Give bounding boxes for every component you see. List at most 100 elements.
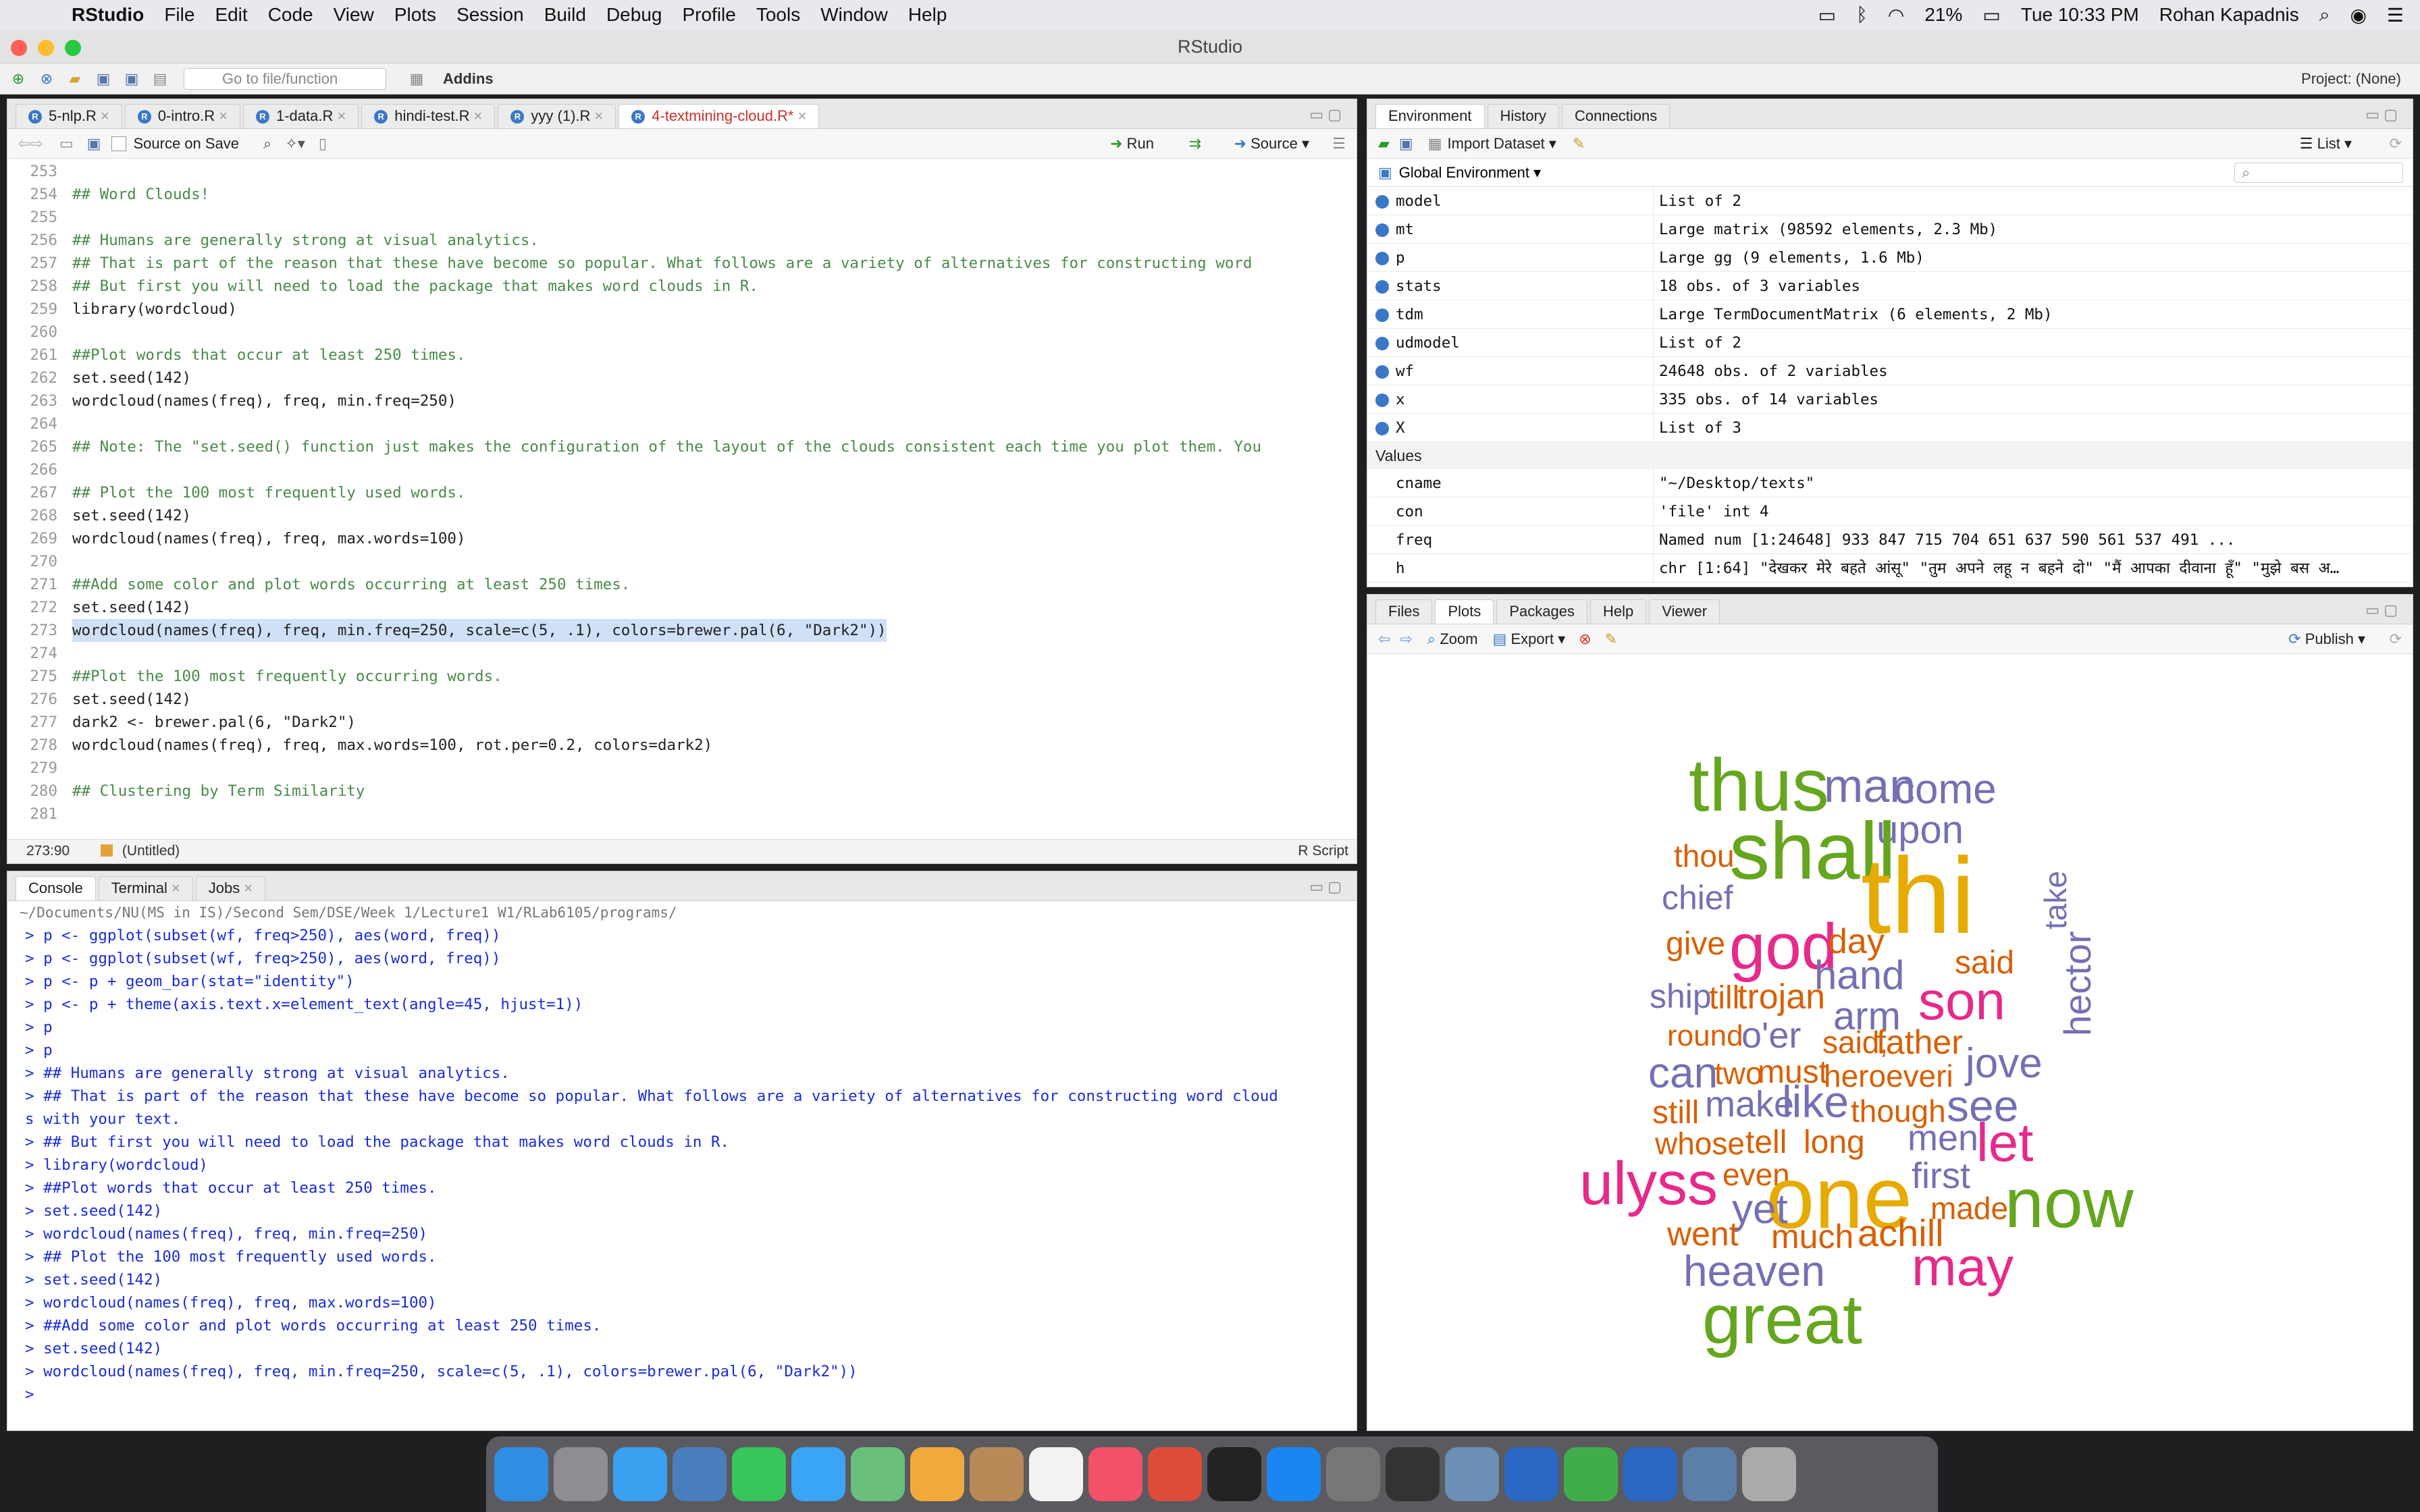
tab-console[interactable]: Console: [16, 876, 96, 900]
close-tab-icon[interactable]: ×: [172, 880, 180, 896]
dock-tv-icon[interactable]: [1207, 1447, 1261, 1501]
save-workspace-icon[interactable]: ▣: [1399, 135, 1413, 153]
tab-jobs[interactable]: Jobs ×: [195, 876, 266, 900]
expand-icon[interactable]: [1375, 195, 1389, 209]
save-all-icon[interactable]: ▣: [122, 69, 142, 89]
addins-menu[interactable]: Addins: [443, 70, 494, 88]
working-directory-path[interactable]: ~/Documents/NU(MS in IS)/Second Sem/DSE/…: [7, 901, 1357, 924]
menu-window[interactable]: Window: [820, 4, 888, 26]
environment-row[interactable]: freq Named num [1:24648] 933 847 715 704 …: [1367, 526, 2413, 554]
close-tab-icon[interactable]: ×: [798, 107, 807, 124]
menu-session[interactable]: Session: [456, 4, 524, 26]
environment-row[interactable]: mt Large matrix (98592 elements, 2.3 Mb): [1367, 215, 2413, 244]
pane-minmax-icon[interactable]: ▭▢: [2365, 106, 2402, 124]
code-line[interactable]: 271 ##Add some color and plot words occur…: [7, 573, 1357, 596]
dock-photos-icon[interactable]: [910, 1447, 964, 1501]
code-line[interactable]: 259 library(wordcloud): [7, 298, 1357, 321]
environment-row[interactable]: tdm Large TermDocumentMatrix (6 elements,…: [1367, 300, 2413, 329]
menu-help[interactable]: Help: [908, 4, 947, 26]
close-window-button[interactable]: [11, 40, 27, 56]
project-menu[interactable]: Project: (None): [2301, 63, 2401, 94]
scope-selector[interactable]: (Untitled): [122, 843, 180, 859]
code-line[interactable]: 261 ##Plot words that occur at least 250 …: [7, 344, 1357, 367]
tab-yyy[interactable]: yyy (1).R×: [498, 104, 616, 128]
environment-row[interactable]: udmodel List of 2: [1367, 329, 2413, 357]
environment-row[interactable]: wf 24648 obs. of 2 variables: [1367, 357, 2413, 385]
dock-rstudio-icon[interactable]: [1564, 1447, 1618, 1501]
tab-0-intro[interactable]: 0-intro.R×: [124, 104, 240, 128]
load-workspace-icon[interactable]: ▰: [1378, 135, 1390, 153]
pane-minmax-icon[interactable]: ▭▢: [1309, 106, 1346, 124]
environment-row[interactable]: x 335 obs. of 14 variables: [1367, 385, 2413, 414]
menu-tools[interactable]: Tools: [756, 4, 800, 26]
dock-contacts-icon[interactable]: [970, 1447, 1024, 1501]
code-line[interactable]: 260: [7, 321, 1357, 344]
outline-icon[interactable]: ☰: [1332, 135, 1346, 153]
tab-help[interactable]: Help: [1590, 599, 1647, 624]
code-line[interactable]: 280 ## Clustering by Term Similarity: [7, 780, 1357, 803]
clear-plots-icon[interactable]: ✎: [1605, 630, 1617, 648]
expand-icon[interactable]: [1375, 394, 1389, 407]
tab-files[interactable]: Files: [1375, 599, 1433, 624]
publish-button[interactable]: ⟳ Publish ▾: [2288, 630, 2365, 648]
close-tab-icon[interactable]: ×: [101, 107, 109, 124]
dock-trash-icon[interactable]: [1742, 1447, 1796, 1501]
pane-minmax-icon[interactable]: ▭▢: [2365, 601, 2402, 619]
code-line[interactable]: 278 wordcloud(names(freq), freq, max.word…: [7, 734, 1357, 757]
notification-center-icon[interactable]: ☰: [2387, 4, 2404, 26]
print-icon[interactable]: ▤: [150, 69, 170, 89]
dock-preview-icon[interactable]: [1445, 1447, 1499, 1501]
environment-row[interactable]: X List of 3: [1367, 414, 2413, 442]
code-line[interactable]: 255: [7, 206, 1357, 229]
tab-4-textmining-cloud[interactable]: 4-textmining-cloud.R*×: [619, 104, 820, 128]
tab-plots[interactable]: Plots: [1435, 599, 1494, 624]
code-tools-icon[interactable]: ✧▾: [285, 135, 305, 153]
close-tab-icon[interactable]: ×: [337, 107, 346, 124]
code-line[interactable]: 254 ## Word Clouds!: [7, 183, 1357, 206]
dock-safari-icon[interactable]: [613, 1447, 667, 1501]
tab-5-nlp[interactable]: 5-nlp.R×: [16, 104, 122, 128]
menu-code[interactable]: Code: [268, 4, 313, 26]
airplay-icon[interactable]: ▭: [1818, 4, 1836, 26]
tab-connections[interactable]: Connections: [1561, 104, 1671, 128]
dock-r-icon[interactable]: [1623, 1447, 1677, 1501]
rerun-icon[interactable]: ⇉: [1189, 135, 1201, 153]
refresh-icon[interactable]: ⟳: [2390, 135, 2402, 153]
environment-search-input[interactable]: ⌕: [2234, 163, 2403, 183]
dock-app-store-icon[interactable]: [1267, 1447, 1321, 1501]
close-tab-icon[interactable]: ×: [244, 880, 253, 896]
expand-icon[interactable]: [1375, 365, 1389, 379]
code-line[interactable]: 263 wordcloud(names(freq), freq, min.freq…: [7, 389, 1357, 412]
environment-row[interactable]: h chr [1:64] "देखकर मेरे बहते आंसू" "तुम …: [1367, 554, 2413, 583]
refresh-plot-icon[interactable]: ⟳: [2390, 630, 2402, 648]
menu-profile[interactable]: Profile: [682, 4, 735, 26]
dock-preview-icon[interactable]: [673, 1447, 727, 1501]
dock-system-preferences-icon[interactable]: [1326, 1447, 1380, 1501]
export-button[interactable]: ▤ Export ▾: [1493, 630, 1566, 648]
environment-row[interactable]: stats 18 obs. of 3 variables: [1367, 272, 2413, 300]
grid-layout-icon[interactable]: ▦: [406, 69, 427, 89]
expand-icon[interactable]: [1375, 252, 1389, 265]
back-icon[interactable]: ⇦⇨: [18, 135, 43, 153]
menubar-clock[interactable]: Tue 10:33 PM: [2021, 4, 2139, 26]
tab-history[interactable]: History: [1487, 104, 1559, 128]
code-area[interactable]: 253 254 ## Word Clouds! 255 256 ## Humans are…: [7, 159, 1357, 826]
code-line[interactable]: 266: [7, 458, 1357, 481]
tab-terminal[interactable]: Terminal ×: [98, 876, 193, 900]
code-line[interactable]: 279: [7, 757, 1357, 780]
zoom-window-button[interactable]: [65, 40, 81, 56]
app-menu-name[interactable]: RStudio: [72, 4, 144, 26]
dock-r-icon[interactable]: [1504, 1447, 1558, 1501]
search-icon[interactable]: ⌕: [263, 135, 271, 153]
menu-file[interactable]: File: [164, 4, 194, 26]
console-output[interactable]: > p <- ggplot(subset(wf, freq>250), aes(…: [7, 924, 1357, 1406]
previous-plot-icon[interactable]: ⇦: [1378, 630, 1390, 648]
list-view-button[interactable]: ☰ List ▾: [2300, 135, 2352, 153]
wifi-icon[interactable]: ◠: [1888, 4, 1904, 26]
code-line[interactable]: 281: [7, 803, 1357, 826]
code-line[interactable]: 274: [7, 642, 1357, 665]
code-line[interactable]: 277 dark2 <- brewer.pal(6, "Dark2"): [7, 711, 1357, 734]
code-line[interactable]: 275 ##Plot the 100 most frequently occurr…: [7, 665, 1357, 688]
goto-file-input[interactable]: Go to file/function: [184, 68, 386, 90]
next-plot-icon[interactable]: ⇨: [1400, 630, 1412, 648]
